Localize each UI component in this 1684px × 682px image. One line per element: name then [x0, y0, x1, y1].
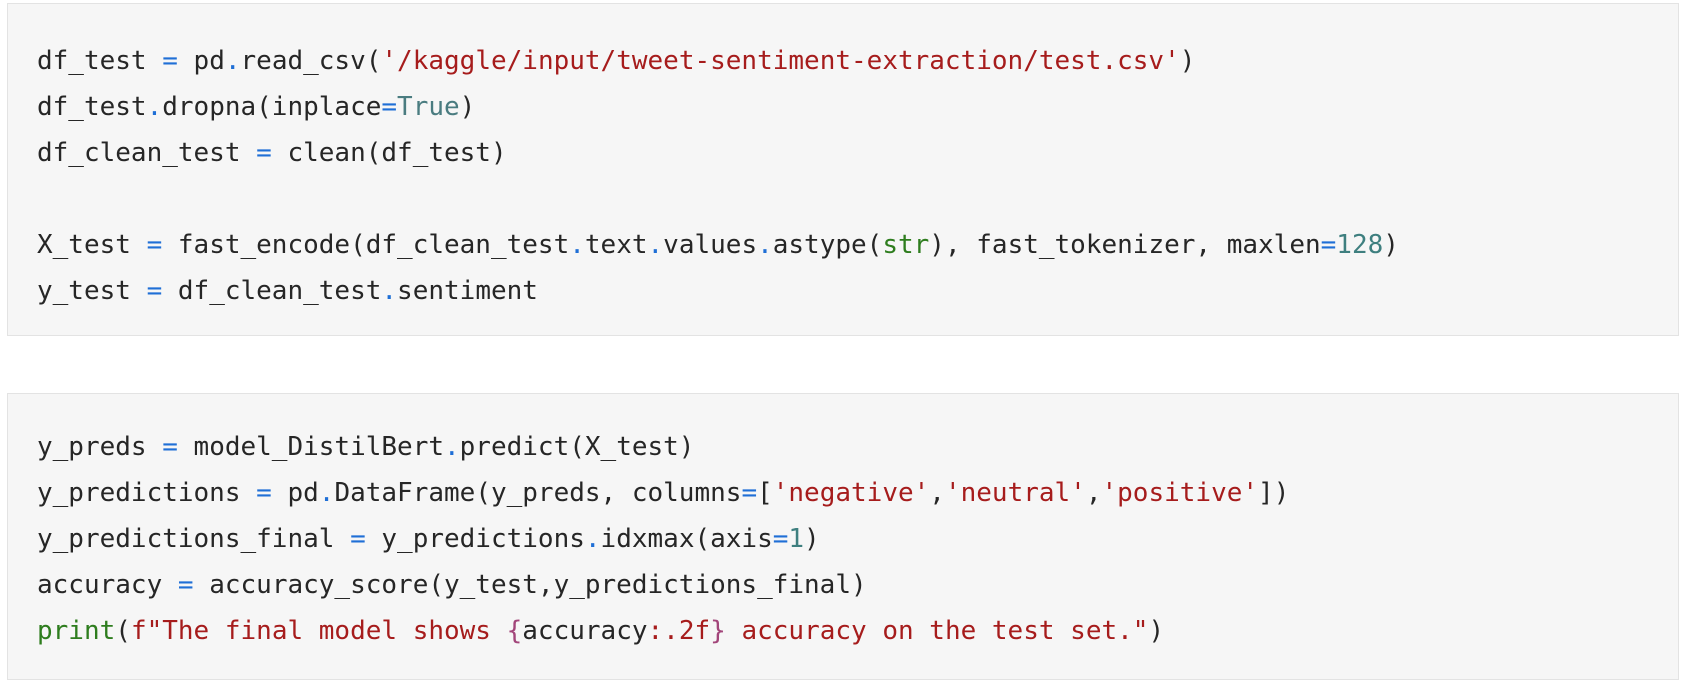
code-token: )	[459, 92, 476, 122]
code-token: y_predictions_final	[37, 524, 351, 554]
code-cell-2[interactable]: y_preds = model_DistilBert.predict(X_tes…	[7, 393, 1679, 680]
code-line: y_preds = model_DistilBert.predict(X_tes…	[37, 424, 1684, 470]
code-token: 'neutral'	[944, 478, 1086, 508]
code-line: y_predictions = pd.DataFrame(y_preds, co…	[37, 470, 1684, 516]
code-token: ,	[1085, 478, 1102, 508]
code-token: (	[115, 616, 131, 646]
code-line: print(f"The final model shows {accuracy:…	[37, 608, 1684, 654]
code-token: .	[584, 524, 601, 554]
code-token: '/kaggle/input/tweet-sentiment-extractio…	[381, 46, 1180, 76]
code-token: ), fast_tokenizer, maxlen	[929, 230, 1321, 260]
code-token: .	[224, 46, 241, 76]
code-token: pd	[177, 46, 225, 76]
code-token: 'positive'	[1101, 478, 1259, 508]
code-line: X_test = fast_encode(df_clean_test.text.…	[37, 222, 1684, 268]
code-token: =	[256, 478, 272, 508]
code-token: :.2f	[647, 616, 711, 646]
code-token: f"The final model shows	[130, 616, 507, 646]
code-token: .	[569, 230, 585, 260]
code-token: .	[381, 276, 398, 306]
code-line: y_test = df_clean_test.sentiment	[37, 268, 1684, 314]
code-token: [	[757, 478, 773, 508]
code-token: y_predictions	[365, 524, 585, 554]
code-token: =	[1320, 230, 1337, 260]
code-token: .	[647, 230, 664, 260]
code-token: read_csv(	[240, 46, 382, 76]
code-token: dropna(inplace	[162, 92, 382, 122]
code-token: print	[37, 616, 116, 646]
code-token: ,	[929, 478, 945, 508]
code-token: y_test	[37, 276, 147, 306]
code-token: pd	[271, 478, 319, 508]
code-token: accuracy on the test set."	[725, 616, 1149, 646]
code-token: =	[772, 524, 789, 554]
code-token: accuracy_score(y_test,y_predictions_fina…	[193, 570, 867, 600]
code-token: {	[506, 616, 523, 646]
code-token: =	[162, 432, 178, 462]
code-token: .	[757, 230, 773, 260]
code-token: model_DistilBert	[177, 432, 444, 462]
code-token: df_test	[37, 92, 147, 122]
code-token: =	[177, 570, 194, 600]
code-token: 'negative'	[772, 478, 930, 508]
code-token: ])	[1258, 478, 1290, 508]
code-token: }	[710, 616, 726, 646]
code-token: True	[397, 92, 460, 122]
code-token: .	[146, 92, 163, 122]
code-token: =	[350, 524, 366, 554]
code-line: df_test = pd.read_csv('/kaggle/input/twe…	[37, 38, 1684, 84]
code-cell-1[interactable]: df_test = pd.read_csv('/kaggle/input/twe…	[7, 3, 1679, 336]
code-token: df_clean_test	[162, 276, 382, 306]
code-token: fast_encode(df_clean_test	[162, 230, 570, 260]
code-line: df_clean_test = clean(df_test)	[37, 130, 1684, 176]
code-token: y_preds	[37, 432, 163, 462]
code-token: y_predictions	[37, 478, 257, 508]
code-token: text	[584, 230, 648, 260]
code-token: str	[882, 230, 930, 260]
code-token: df_clean_test	[37, 138, 257, 168]
code-token: =	[162, 46, 178, 76]
code-token: =	[146, 276, 163, 306]
code-token: values	[663, 230, 758, 260]
code-line: y_predictions_final = y_predictions.idxm…	[37, 516, 1684, 562]
code-token: =	[741, 478, 758, 508]
code-token: .	[444, 432, 460, 462]
code-token: accuracy	[522, 616, 648, 646]
code-token: )	[1179, 46, 1196, 76]
code-token: =	[256, 138, 272, 168]
code-token: astype(	[772, 230, 883, 260]
code-token: DataFrame(y_preds, columns	[334, 478, 742, 508]
code-line: accuracy = accuracy_score(y_test,y_predi…	[37, 562, 1684, 608]
code-token: 1	[788, 524, 805, 554]
code-token: accuracy	[37, 570, 178, 600]
code-token: idxmax(axis	[600, 524, 773, 554]
code-token: )	[1148, 616, 1165, 646]
code-line: df_test.dropna(inplace=True)	[37, 84, 1684, 130]
code-token: =	[146, 230, 163, 260]
code-token: clean(df_test)	[271, 138, 507, 168]
code-token: .	[318, 478, 335, 508]
code-token: sentiment	[397, 276, 538, 306]
code-token: df_test	[37, 46, 163, 76]
code-token: )	[804, 524, 820, 554]
code-token: 128	[1336, 230, 1384, 260]
code-token: =	[381, 92, 398, 122]
code-token: X_test	[37, 230, 147, 260]
code-token: )	[1383, 230, 1399, 260]
code-token: predict(X_test)	[459, 432, 695, 462]
